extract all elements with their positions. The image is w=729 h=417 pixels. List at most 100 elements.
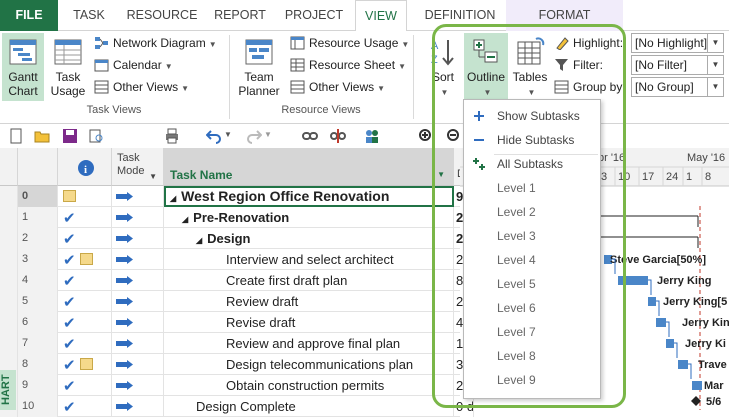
task-mode-cell[interactable] — [112, 270, 164, 291]
task-mode-column-header[interactable]: Task Mode ▼ — [112, 148, 164, 186]
row-id[interactable]: 5 — [18, 291, 58, 312]
task-mode-cell[interactable] — [112, 291, 164, 312]
task-mode-cell[interactable] — [112, 207, 164, 228]
group-by-select[interactable]: [No Group] ▼ — [631, 77, 724, 97]
row-selector[interactable] — [0, 249, 18, 270]
highlight-select[interactable]: [No Highlight] ▼ — [631, 33, 724, 53]
row-id[interactable]: 1 — [18, 207, 58, 228]
note-icon[interactable] — [80, 358, 93, 370]
indicators-cell[interactable]: ✔ — [58, 333, 112, 354]
row-selector[interactable] — [0, 333, 18, 354]
task-mode-cell[interactable] — [112, 249, 164, 270]
chevron-down-icon[interactable]: ▼ — [264, 130, 272, 139]
table-row[interactable]: 10 ✔ Design Complete 0 d — [0, 396, 474, 417]
indicators-cell[interactable] — [58, 186, 112, 207]
row-id[interactable]: 9 — [18, 375, 58, 396]
calendar-button[interactable]: Calendar ▼ — [94, 55, 173, 75]
indicators-cell[interactable]: ✔ — [58, 291, 112, 312]
new-icon[interactable] — [8, 128, 24, 144]
row-id[interactable]: 4 — [18, 270, 58, 291]
chevron-down-icon[interactable]: ▼ — [707, 56, 723, 74]
task-mode-cell[interactable] — [112, 396, 164, 417]
row-id[interactable]: 6 — [18, 312, 58, 333]
row-selector[interactable] — [0, 207, 18, 228]
row-selector[interactable] — [0, 291, 18, 312]
task-mode-cell[interactable] — [112, 354, 164, 375]
row-header-corner[interactable] — [0, 148, 18, 186]
task-name-cell[interactable]: ◢ Design — [164, 228, 454, 249]
indicators-cell[interactable]: ✔ — [58, 207, 112, 228]
team-planner-button[interactable]: Team Planner — [234, 33, 284, 101]
row-id[interactable]: 3 — [18, 249, 58, 270]
task-name-cell[interactable]: Design telecommunications plan — [164, 354, 454, 375]
chevron-down-icon[interactable]: ▼ — [707, 34, 723, 52]
task-mode-cell[interactable] — [112, 186, 164, 207]
task-name-cell[interactable]: ◢ West Region Office Renovation — [164, 186, 454, 207]
assign-resources-icon[interactable] — [364, 128, 380, 144]
collapse-triangle-icon[interactable]: ◢ — [196, 236, 202, 245]
undo-icon[interactable] — [206, 128, 222, 144]
tab-report[interactable]: REPORT — [208, 0, 272, 31]
chevron-down-icon[interactable]: ▼ — [224, 130, 232, 139]
indicators-cell[interactable]: ✔ — [58, 312, 112, 333]
row-id[interactable]: 2 — [18, 228, 58, 249]
indicators-cell[interactable]: ✔ — [58, 270, 112, 291]
redo-icon[interactable] — [246, 128, 262, 144]
indicators-cell[interactable]: ✔ — [58, 354, 112, 375]
indicators-cell[interactable]: ✔ — [58, 375, 112, 396]
row-id[interactable]: 7 — [18, 333, 58, 354]
row-selector[interactable] — [0, 186, 18, 207]
resource-sheet-button[interactable]: Resource Sheet ▼ — [290, 55, 406, 75]
task-name-cell[interactable]: Create first draft plan — [164, 270, 454, 291]
indicators-column-header[interactable]: i — [58, 148, 112, 186]
indicators-cell[interactable]: ✔ — [58, 228, 112, 249]
task-name-cell[interactable]: Review and approve final plan — [164, 333, 454, 354]
table-row[interactable]: 4 ✔ Create first draft plan 8 — [0, 270, 474, 291]
table-row[interactable]: 0 ◢ West Region Office Renovation 9 — [0, 186, 474, 207]
filter-select[interactable]: [No Filter] ▼ — [631, 55, 724, 75]
tab-file[interactable]: FILE — [0, 0, 58, 31]
task-name-column-header[interactable]: Task Name ▼ — [164, 148, 454, 186]
chevron-down-icon[interactable]: ▼ — [707, 78, 723, 96]
table-row[interactable]: 9 ✔ Obtain construction permits 2 — [0, 375, 474, 396]
row-selector[interactable] — [0, 312, 18, 333]
table-row[interactable]: 2 ✔ ◢ Design 2 — [0, 228, 474, 249]
task-usage-button[interactable]: Task Usage — [47, 33, 89, 101]
unlink-icon[interactable] — [330, 128, 346, 144]
table-row[interactable]: 1 ✔ ◢ Pre-Renovation 2 — [0, 207, 474, 228]
tab-view[interactable]: VIEW — [355, 0, 407, 32]
print-preview-icon[interactable] — [88, 128, 104, 144]
save-icon[interactable] — [62, 128, 78, 144]
task-mode-cell[interactable] — [112, 228, 164, 249]
tab-project[interactable]: PROJECT — [278, 0, 350, 31]
indicators-cell[interactable]: ✔ — [58, 396, 112, 417]
collapse-triangle-icon[interactable]: ◢ — [182, 215, 188, 224]
table-row[interactable]: 7 ✔ Review and approve final plan 1 — [0, 333, 474, 354]
gantt-chart-button[interactable]: Gantt Chart — [2, 33, 44, 101]
table-row[interactable]: 6 ✔ Revise draft 4 — [0, 312, 474, 333]
row-id[interactable]: 0 — [18, 186, 58, 207]
row-selector[interactable] — [0, 270, 18, 291]
task-name-cell[interactable]: Obtain construction permits — [164, 375, 454, 396]
tab-resource[interactable]: RESOURCE — [120, 0, 204, 31]
note-icon[interactable] — [63, 190, 76, 202]
collapse-triangle-icon[interactable]: ◢ — [170, 194, 176, 203]
task-mode-cell[interactable] — [112, 333, 164, 354]
row-id[interactable]: 10 — [18, 396, 58, 417]
task-name-cell[interactable]: Review draft — [164, 291, 454, 312]
table-row[interactable]: 5 ✔ Review draft 2 — [0, 291, 474, 312]
chevron-down-icon[interactable]: ▼ — [149, 170, 157, 183]
resource-usage-button[interactable]: Resource Usage ▼ — [290, 33, 409, 53]
task-mode-cell[interactable] — [112, 375, 164, 396]
open-folder-icon[interactable] — [34, 128, 50, 144]
task-name-cell[interactable]: Design Complete — [164, 396, 454, 417]
table-row[interactable]: 8 ✔ Design telecommunications plan 3 — [0, 354, 474, 375]
indicators-cell[interactable]: ✔ — [58, 249, 112, 270]
table-row[interactable]: 3 ✔ Interview and select architect 2 — [0, 249, 474, 270]
row-id[interactable]: 8 — [18, 354, 58, 375]
id-column-header[interactable] — [18, 148, 58, 186]
task-mode-cell[interactable] — [112, 312, 164, 333]
task-name-cell[interactable]: Revise draft — [164, 312, 454, 333]
task-name-cell[interactable]: Interview and select architect — [164, 249, 454, 270]
note-icon[interactable] — [80, 253, 93, 265]
